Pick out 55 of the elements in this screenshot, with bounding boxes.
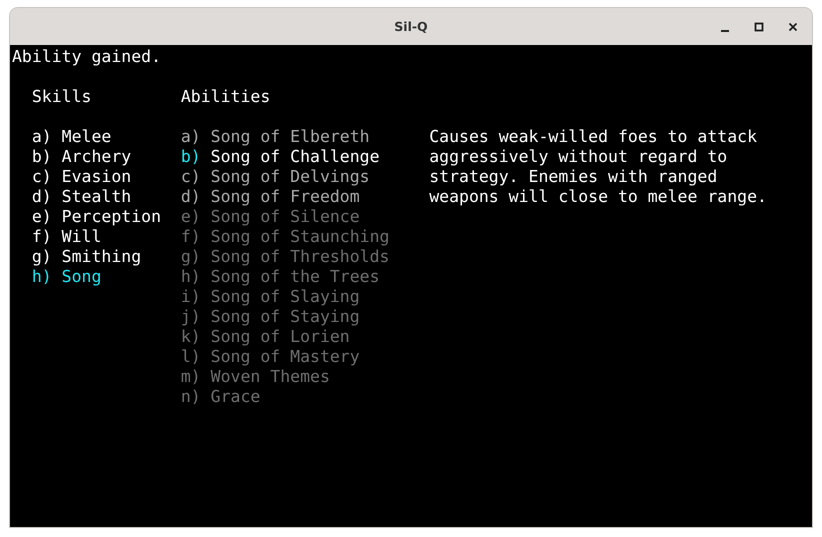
skill-item[interactable]: Smithing [62,247,142,266]
item-key: l) [180,347,201,366]
ability-item[interactable]: Song of Silence [210,207,360,226]
item-key: b) [32,147,52,166]
item-key: d) [32,187,52,206]
item-key: k) [180,327,201,346]
item-key: e) [180,207,201,226]
ability-item[interactable]: Song of Lorien [210,327,350,346]
description-line: weapons will close to melee range. [429,187,767,206]
item-key: h) [32,267,52,286]
ability-item[interactable]: Song of the Trees [210,267,380,286]
skill-item[interactable]: Melee [62,127,112,146]
skill-item[interactable]: Will [62,227,102,246]
item-key: n) [180,387,201,406]
column-heading: Abilities [180,87,270,106]
skill-item[interactable]: Stealth [62,187,132,206]
ability-item[interactable]: Song of Elbereth [210,127,370,146]
item-key: g) [180,247,201,266]
ability-item[interactable]: Song of Staunching [210,227,390,246]
ability-item[interactable]: Woven Themes [210,367,330,386]
skill-item[interactable]: Archery [62,147,132,166]
item-key: h) [180,267,201,286]
maximize-icon [754,22,764,32]
item-key: f) [32,227,52,246]
item-key: a) [180,127,201,146]
skill-item[interactable]: Song [62,267,102,286]
description-line: aggressively without regard to [429,147,728,166]
skill-item[interactable]: Perception [62,207,162,226]
ability-item[interactable]: Song of Thresholds [210,247,390,266]
status-message: Ability gained. [12,47,162,66]
item-key: a) [32,127,52,146]
item-key: m) [180,367,201,386]
item-key: e) [32,207,52,226]
minimize-icon [721,30,729,32]
item-key: i) [180,287,201,306]
ability-item[interactable]: Song of Freedom [210,187,360,206]
ability-item[interactable]: Song of Mastery [210,347,360,366]
ability-item[interactable]: Grace [210,387,260,406]
description-line: Causes weak-willed foes to attack [429,127,758,146]
column-heading: Skills [32,87,92,106]
ability-item[interactable]: Song of Challenge [210,147,380,166]
item-key: d) [180,187,201,206]
ability-item[interactable]: Song of Staying [210,307,360,326]
item-key: b) [180,147,201,166]
item-key: c) [180,167,201,186]
item-key: g) [32,247,52,266]
close-icon [788,22,798,32]
item-key: c) [32,167,52,186]
item-key: j) [180,307,201,326]
item-key: f) [180,227,201,246]
window-title: Sil-Q [394,19,428,34]
ability-item[interactable]: Song of Slaying [210,287,360,306]
ability-item[interactable]: Song of Delvings [210,167,370,186]
description-line: strategy. Enemies with ranged [429,167,718,186]
skill-item[interactable]: Evasion [62,167,132,186]
